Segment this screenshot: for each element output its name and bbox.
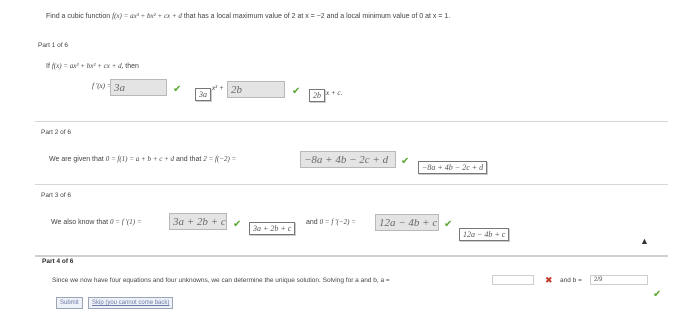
part3-title: Part 3 of 6 <box>41 192 71 199</box>
part1-if-line: If f(x) = ax³ + bx² + cx + d, then <box>46 62 139 70</box>
part2-fneg2-input[interactable]: −8a + 4b − 2c + d <box>300 151 396 168</box>
part4-b-input[interactable]: 2/9 <box>590 275 648 285</box>
part1-answer1-box: 3a <box>195 88 211 101</box>
check-icon: ✔ <box>444 219 453 230</box>
part4-and-b: and b = <box>560 277 582 284</box>
part2-text: We are given that 0 = f(1) = a + b + c +… <box>49 155 236 163</box>
part2-answer-box: −8a + 4b − 2c + d <box>418 161 488 174</box>
part3-eq2: 0 = f '(−2) = <box>319 218 356 226</box>
cursor-arrow-icon: ▲ <box>640 236 649 246</box>
divider <box>35 121 668 122</box>
part3-eq1: 0 = f '(1) = <box>110 218 142 226</box>
part1-title: Part 1 of 6 <box>38 42 68 49</box>
part4-title: Part 4 of 6 <box>42 258 74 265</box>
part1-coefficient2-input[interactable]: 2b <box>227 81 285 98</box>
part1-then: then <box>123 63 139 70</box>
part1-answer2-box: 2b <box>309 89 325 102</box>
part2-title: Part 2 of 6 <box>41 129 71 136</box>
part1-function: f(x) = ax³ + bx² + cx + d, <box>51 62 124 70</box>
part4-text: Since we now have four equations and fou… <box>52 277 390 284</box>
part3-text: We also know that 0 = f '(1) = <box>51 218 142 226</box>
part1-x2-plus: x² + <box>212 84 224 92</box>
part3-and: and <box>306 219 320 226</box>
part3-fprime1-input[interactable]: 3a + 2b + c <box>169 213 227 230</box>
part1-derivative-label: f '(x) = <box>92 82 112 90</box>
part2-given: We are given that <box>49 156 106 163</box>
submit-button[interactable]: Submit <box>56 297 83 309</box>
check-icon: ✔ <box>653 289 662 300</box>
part3-fprimeneg2-input[interactable]: 12a − 4b + c <box>375 214 439 231</box>
check-icon: ✔ <box>401 156 410 167</box>
cross-icon: ✖ <box>545 275 553 285</box>
check-icon: ✔ <box>233 219 242 230</box>
check-icon: ✔ <box>173 84 182 95</box>
part2-and: and that <box>174 156 204 163</box>
part3-answer1-box: 3a + 2b + c <box>249 222 296 235</box>
part4-b-value: 2/9 <box>594 277 603 283</box>
part1-coefficient1-input[interactable]: 3a <box>110 79 167 96</box>
part3-text2: and 0 = f '(−2) = <box>306 218 356 226</box>
part2-eq2: 2 = f(−2) = <box>203 155 237 163</box>
part3-answer2-box: 12a − 4b + c <box>459 228 510 241</box>
divider <box>35 184 668 185</box>
skip-button[interactable]: Skip (you cannot come back) <box>88 297 174 309</box>
skip-label: Skip (you cannot come back) <box>92 300 170 306</box>
problem-prefix: Find a cubic function <box>46 13 113 20</box>
part1-x-plus-c: x + c. <box>326 89 343 97</box>
part2-eq1: 0 = f(1) = a + b + c + d <box>105 155 175 163</box>
problem-statement: Find a cubic function f(x) = ax³ + bx² +… <box>46 12 450 20</box>
part4-divider <box>35 255 668 257</box>
problem-function: f(x) = ax³ + bx² + cx + d <box>112 12 182 20</box>
check-icon: ✔ <box>292 86 301 97</box>
part4-a-input[interactable] <box>492 275 534 285</box>
part3-know: We also know that <box>51 219 111 226</box>
problem-suffix: that has a local maximum value of 2 at x… <box>181 13 451 20</box>
